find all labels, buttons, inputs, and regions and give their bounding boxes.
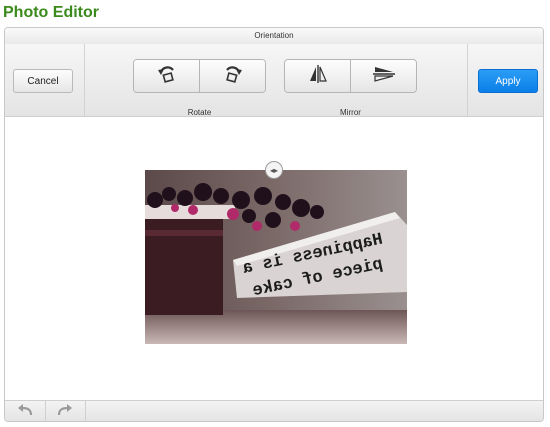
cancel-button[interactable]: Cancel [13,69,73,93]
redo-button[interactable] [45,401,86,421]
redo-icon [57,403,73,421]
undo-button[interactable] [5,401,46,421]
compare-handle-icon: ◂▸ [269,165,279,175]
rotate-left-button[interactable] [134,60,199,92]
photo-preview[interactable]: Happiness is a piece of cake [145,170,407,344]
rotate-right-button[interactable] [199,60,265,92]
image-canvas: Happiness is a piece of cake ◂▸ [5,117,543,400]
rotate-right-icon [222,63,244,90]
undo-icon [17,403,33,421]
mirror-label: Mirror [340,108,361,117]
toolbar-divider [84,44,85,116]
compare-handle[interactable]: ◂▸ [265,161,283,179]
toolbar-divider [467,44,468,116]
flip-vertical-icon [371,63,397,90]
rotate-left-icon [156,63,178,90]
toolbar: Cancel Rotate Mirror Apply [5,44,543,117]
rotate-button-group [133,59,266,93]
section-header: Orientation [5,28,543,45]
rotate-label: Rotate [187,108,212,117]
flip-vertical-button[interactable] [350,60,416,92]
page-title: Photo Editor [3,4,99,21]
apply-button[interactable]: Apply [478,69,538,93]
history-bar [5,400,543,421]
mirror-button-group [284,59,417,93]
flip-horizontal-icon [307,63,329,90]
photo-editor-panel: Orientation Cancel Rotate Mirror Apply H… [4,27,544,422]
flip-horizontal-button[interactable] [285,60,350,92]
